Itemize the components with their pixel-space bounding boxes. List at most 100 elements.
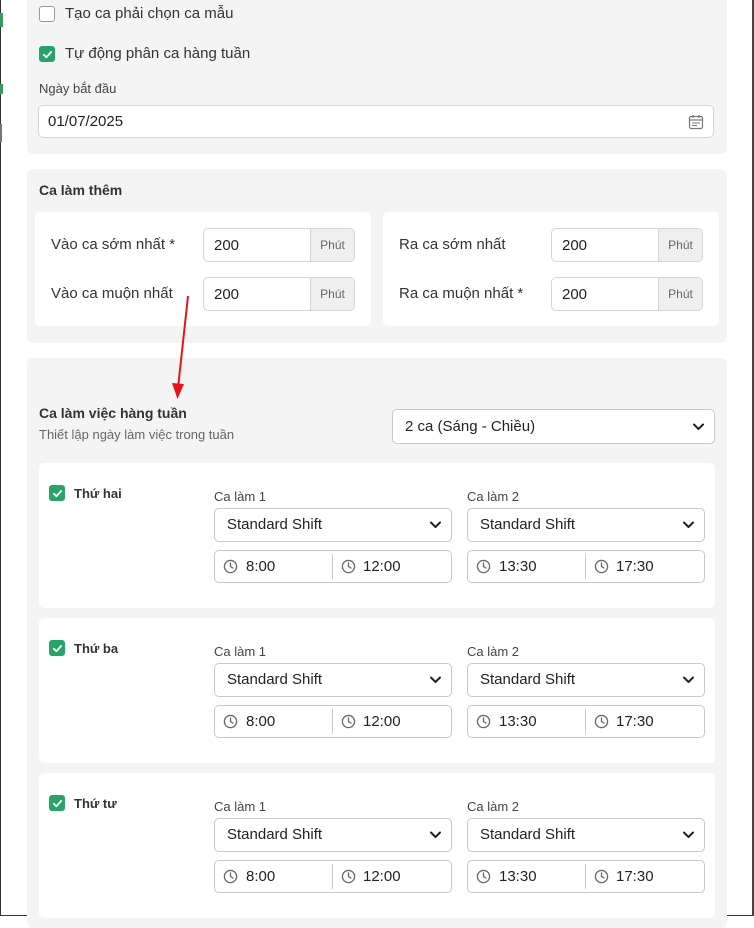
shift-2-end-time[interactable]: 17:30: [616, 551, 654, 582]
latest-check-in-input[interactable]: 200 Phút: [203, 277, 355, 311]
shift-2-end-time[interactable]: 17:30: [616, 706, 654, 737]
shift-count-select[interactable]: 2 ca (Sáng - Chiều): [392, 409, 715, 444]
check-icon: [42, 50, 52, 58]
clock-icon: [341, 559, 356, 574]
shift-2-time-range: 13:30 17:30: [467, 550, 705, 583]
shift-2-end-time[interactable]: 17:30: [616, 861, 654, 892]
calendar-icon[interactable]: [688, 114, 704, 130]
shift-1-value: Standard Shift: [227, 826, 323, 843]
earliest-check-out-label: Ra ca sớm nhất: [399, 236, 506, 253]
shift-count-value: 2 ca (Sáng - Chiều): [405, 418, 536, 435]
overtime-title: Ca làm thêm: [39, 182, 123, 198]
latest-check-out-value: 200: [562, 286, 588, 303]
day-name: Thứ ba: [74, 641, 119, 656]
shift-1-start-time[interactable]: 8:00: [246, 706, 275, 737]
earliest-check-out-value: 200: [562, 237, 588, 254]
overtime-panel: Ca làm thêm Vào ca sớm nhất * 200 Phút V…: [27, 169, 727, 343]
template-shift-checkbox[interactable]: [39, 6, 55, 22]
shift-2-start-time[interactable]: 13:30: [499, 706, 537, 737]
shift-1-end-time[interactable]: 12:00: [363, 861, 401, 892]
shift-1-start-time[interactable]: 8:00: [246, 551, 275, 582]
clock-icon: [594, 869, 609, 884]
minutes-unit: Phút: [310, 229, 354, 261]
check-out-card: Ra ca sớm nhất 200 Phút Ra ca muộn nhất …: [383, 212, 719, 326]
shift-1-select[interactable]: Standard Shift: [214, 663, 452, 697]
start-date-value: 01/07/2025: [48, 113, 124, 130]
shift-1-time-range: 8:00 12:00: [214, 705, 452, 738]
chevron-down-icon: [683, 521, 694, 528]
shift-2-select[interactable]: Standard Shift: [467, 663, 705, 697]
chevron-down-icon: [430, 521, 441, 528]
clock-icon: [223, 869, 238, 884]
time-divider: [585, 864, 586, 889]
shift-1-select[interactable]: Standard Shift: [214, 508, 452, 542]
chevron-down-icon: [693, 423, 704, 430]
day-name: Thứ tư: [74, 796, 117, 811]
shift-2-start-time[interactable]: 13:30: [499, 551, 537, 582]
clock-icon: [223, 714, 238, 729]
check-in-card: Vào ca sớm nhất * 200 Phút Vào ca muộn n…: [35, 212, 371, 326]
day-card: Thứ ba Ca làm 1 Standard Shift 8:00 12:0…: [39, 618, 715, 763]
start-date-input[interactable]: 01/07/2025: [38, 105, 714, 138]
clock-icon: [476, 869, 491, 884]
shift-2-select[interactable]: Standard Shift: [467, 508, 705, 542]
time-divider: [332, 864, 333, 889]
left-edge-marker: [0, 13, 3, 27]
day-card: Thứ tư Ca làm 1 Standard Shift 8:00 12:0…: [39, 773, 715, 918]
earliest-check-in-value: 200: [214, 237, 240, 254]
weekly-shifts-panel: Ca làm việc hàng tuần Thiết lập ngày làm…: [27, 358, 727, 928]
shift-2-value: Standard Shift: [480, 671, 576, 688]
clock-icon: [476, 714, 491, 729]
day-checkbox[interactable]: [49, 640, 65, 656]
shift-1-end-time[interactable]: 12:00: [363, 551, 401, 582]
clock-icon: [476, 559, 491, 574]
shift-1-label: Ca làm 1: [214, 644, 267, 659]
check-icon: [52, 644, 62, 652]
day-checkbox[interactable]: [49, 795, 65, 811]
start-date-label: Ngày bắt đầu: [39, 81, 117, 96]
earliest-check-in-label: Vào ca sớm nhất *: [51, 236, 176, 253]
earliest-check-in-input[interactable]: 200 Phút: [203, 228, 355, 262]
clock-icon: [341, 714, 356, 729]
minutes-unit: Phút: [658, 278, 702, 310]
time-divider: [585, 554, 586, 579]
check-icon: [52, 489, 62, 497]
clock-icon: [341, 869, 356, 884]
latest-check-out-input[interactable]: 200 Phút: [551, 277, 703, 311]
shift-2-value: Standard Shift: [480, 516, 576, 533]
template-shift-label: Tạo ca phải chọn ca mẫu: [65, 5, 234, 22]
latest-check-in-value: 200: [214, 286, 240, 303]
day-name: Thứ hai: [74, 486, 122, 501]
weekly-title: Ca làm việc hàng tuần: [39, 405, 187, 421]
chevron-down-icon: [683, 831, 694, 838]
shift-2-label: Ca làm 2: [467, 644, 520, 659]
day-checkbox[interactable]: [49, 485, 65, 501]
shift-1-start-time[interactable]: 8:00: [246, 861, 275, 892]
auto-assign-checkbox[interactable]: [39, 46, 55, 62]
shift-2-time-range: 13:30 17:30: [467, 705, 705, 738]
check-icon: [52, 799, 62, 807]
left-edge-line: [0, 124, 2, 142]
shift-1-end-time[interactable]: 12:00: [363, 706, 401, 737]
clock-icon: [594, 559, 609, 574]
shift-1-time-range: 8:00 12:00: [214, 550, 452, 583]
latest-check-out-label: Ra ca muộn nhất *: [399, 285, 524, 302]
time-divider: [332, 709, 333, 734]
minutes-unit: Phút: [658, 229, 702, 261]
left-edge-marker: [0, 84, 3, 94]
shift-2-label: Ca làm 2: [467, 489, 520, 504]
chevron-down-icon: [430, 831, 441, 838]
latest-check-in-label: Vào ca muộn nhất: [51, 285, 173, 302]
earliest-check-out-input[interactable]: 200 Phút: [551, 228, 703, 262]
chevron-down-icon: [683, 676, 694, 683]
shift-2-select[interactable]: Standard Shift: [467, 818, 705, 852]
shift-1-label: Ca làm 1: [214, 489, 267, 504]
shift-2-start-time[interactable]: 13:30: [499, 861, 537, 892]
shift-1-select[interactable]: Standard Shift: [214, 818, 452, 852]
shift-1-label: Ca làm 1: [214, 799, 267, 814]
chevron-down-icon: [430, 676, 441, 683]
shift-2-value: Standard Shift: [480, 826, 576, 843]
shift-2-label: Ca làm 2: [467, 799, 520, 814]
time-divider: [332, 554, 333, 579]
clock-icon: [594, 714, 609, 729]
